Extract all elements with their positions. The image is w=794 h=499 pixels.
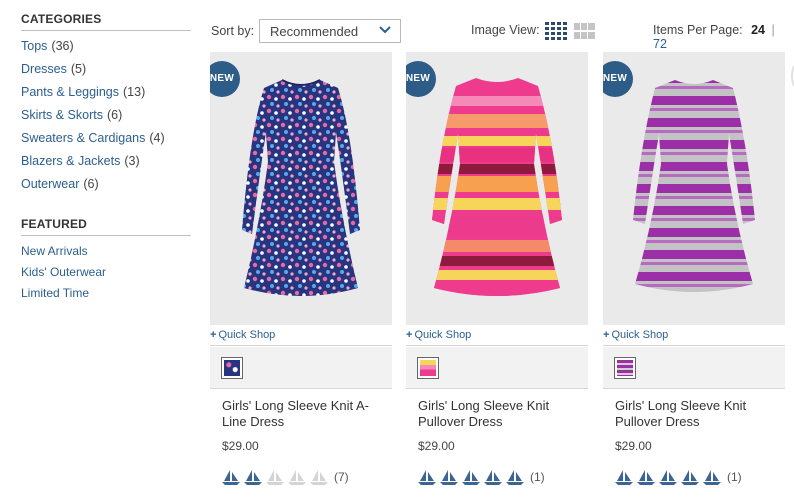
- category-item-pants-leggings[interactable]: Pants & Leggings (13): [21, 85, 191, 108]
- quick-shop-link[interactable]: + Quick Shop: [603, 327, 785, 346]
- chevron-down-icon: [379, 26, 391, 34]
- rating-boat-empty-icon: [266, 470, 284, 485]
- quick-shop-link[interactable]: + Quick Shop: [406, 327, 588, 346]
- image-view-label: Image View:: [471, 23, 540, 37]
- featured-link-kids-outerwear[interactable]: Kids' Outerwear: [21, 265, 191, 286]
- quick-shop-link[interactable]: + Quick Shop: [210, 327, 392, 346]
- results-toolbar: Sort by: Recommended Image View: Items P…: [210, 19, 794, 51]
- rating-boat-empty-icon: [288, 470, 306, 485]
- product-image[interactable]: NEW: [210, 52, 392, 325]
- per-page-separator: |: [771, 23, 775, 37]
- product-name[interactable]: Girls' Long Sleeve Knit Pullover Dress: [615, 398, 775, 430]
- category-count: (36): [51, 39, 74, 53]
- category-count: (4): [149, 131, 165, 145]
- product-price: $29.00: [222, 439, 259, 453]
- category-item-sweaters-cardigans[interactable]: Sweaters & Cardigans (4): [21, 131, 191, 154]
- rating-boat-filled-icon: [418, 470, 436, 485]
- sort-dropdown[interactable]: Recommended: [259, 19, 401, 43]
- product-price: $29.00: [615, 439, 652, 453]
- category-link[interactable]: Tops: [21, 39, 47, 53]
- rating: (1): [615, 468, 742, 486]
- category-link[interactable]: Pants & Leggings: [21, 85, 119, 99]
- per-page-72-option[interactable]: 72: [653, 37, 667, 51]
- product-image[interactable]: NEW: [603, 52, 785, 325]
- rating-boat-filled-icon: [484, 470, 502, 485]
- quick-shop-label: Quick Shop: [218, 329, 276, 341]
- items-per-page-label: Items Per Page:: [653, 23, 743, 37]
- category-count: (3): [124, 154, 140, 168]
- per-page-24-option[interactable]: 24: [751, 23, 765, 37]
- sort-value: Recommended: [270, 24, 359, 39]
- rating-boat-filled-icon: [244, 470, 262, 485]
- rating-boat-filled-icon: [222, 470, 240, 485]
- category-item-tops[interactable]: Tops (36): [21, 39, 191, 62]
- category-count: (5): [70, 62, 87, 76]
- swatch-row: [210, 347, 392, 389]
- category-item-blazers-jackets[interactable]: Blazers & Jackets (3): [21, 154, 191, 177]
- quick-shop-label: Quick Shop: [414, 329, 472, 341]
- category-count: (6): [106, 108, 123, 122]
- rating-boat-filled-icon: [462, 470, 480, 485]
- items-per-page: Items Per Page: 24 | 72: [653, 23, 794, 51]
- category-link[interactable]: Blazers & Jackets: [21, 154, 120, 168]
- plus-icon: +: [406, 329, 413, 341]
- small-grid-view-icon[interactable]: [545, 22, 567, 40]
- rating-boat-filled-icon: [637, 470, 655, 485]
- striped-dress-icon: [633, 80, 755, 292]
- category-item-outerwear[interactable]: Outerwear (6): [21, 177, 191, 200]
- color-swatch[interactable]: [614, 357, 636, 379]
- sort-label: Sort by:: [211, 24, 255, 38]
- category-count: (13): [123, 85, 146, 99]
- swatch-row: [603, 347, 785, 389]
- rating-boat-filled-icon: [615, 470, 633, 485]
- sidebar: CATEGORIES Tops (36) Dresses (5) Pants & L…: [21, 12, 191, 307]
- category-list: Tops (36) Dresses (5) Pants & Leggings (13)…: [21, 39, 191, 200]
- color-swatch[interactable]: [221, 357, 243, 379]
- categories-heading: CATEGORIES: [21, 12, 191, 31]
- swatch-row: [406, 347, 588, 389]
- featured-heading: FEATURED: [21, 217, 191, 236]
- review-count[interactable]: (1): [530, 470, 545, 484]
- category-item-dresses[interactable]: Dresses (5): [21, 62, 191, 85]
- featured-section: FEATURED New Arrivals Kids' Outerwear Li…: [21, 217, 191, 307]
- category-item-skirts-skorts[interactable]: Skirts & Skorts (6): [21, 108, 191, 131]
- large-grid-view-icon[interactable]: [574, 23, 595, 39]
- rating-boat-filled-icon: [703, 470, 721, 485]
- category-link[interactable]: Skirts & Skorts: [21, 108, 103, 122]
- striped-dress-icon: [432, 78, 562, 296]
- product-card[interactable]: NEW + Quick Shop Girls' Long Sleeve Knit …: [210, 52, 392, 499]
- category-count: (6): [83, 177, 99, 191]
- category-link[interactable]: Outerwear: [21, 177, 79, 191]
- rating: (7): [222, 468, 349, 486]
- product-name[interactable]: Girls' Long Sleeve Knit A-Line Dress: [222, 398, 382, 430]
- color-swatch[interactable]: [417, 357, 439, 379]
- floral-dress-icon: [242, 79, 360, 296]
- product-image[interactable]: NEW: [406, 52, 588, 325]
- rating-boat-filled-icon: [506, 470, 524, 485]
- rating-boat-filled-icon: [681, 470, 699, 485]
- rating-boat-empty-icon: [310, 470, 328, 485]
- rating-boat-filled-icon: [440, 470, 458, 485]
- plus-icon: +: [603, 329, 610, 341]
- featured-link-limited-time[interactable]: Limited Time: [21, 286, 191, 307]
- plus-icon: +: [210, 329, 217, 341]
- review-count[interactable]: (1): [727, 470, 742, 484]
- product-name[interactable]: Girls' Long Sleeve Knit Pullover Dress: [418, 398, 578, 430]
- product-price: $29.00: [418, 439, 455, 453]
- category-link[interactable]: Sweaters & Cardigans: [21, 131, 145, 145]
- product-card[interactable]: NEW + Quick Shop Girls' Long Sleeve Knit …: [603, 52, 785, 499]
- rating: (1): [418, 468, 545, 486]
- quick-shop-label: Quick Shop: [611, 329, 669, 341]
- review-count[interactable]: (7): [334, 470, 349, 484]
- rating-boat-filled-icon: [659, 470, 677, 485]
- featured-link-new-arrivals[interactable]: New Arrivals: [21, 244, 191, 265]
- product-card[interactable]: NEW + Quick Shop Girls' Long Sleeve Knit …: [406, 52, 588, 499]
- category-link[interactable]: Dresses: [21, 62, 67, 76]
